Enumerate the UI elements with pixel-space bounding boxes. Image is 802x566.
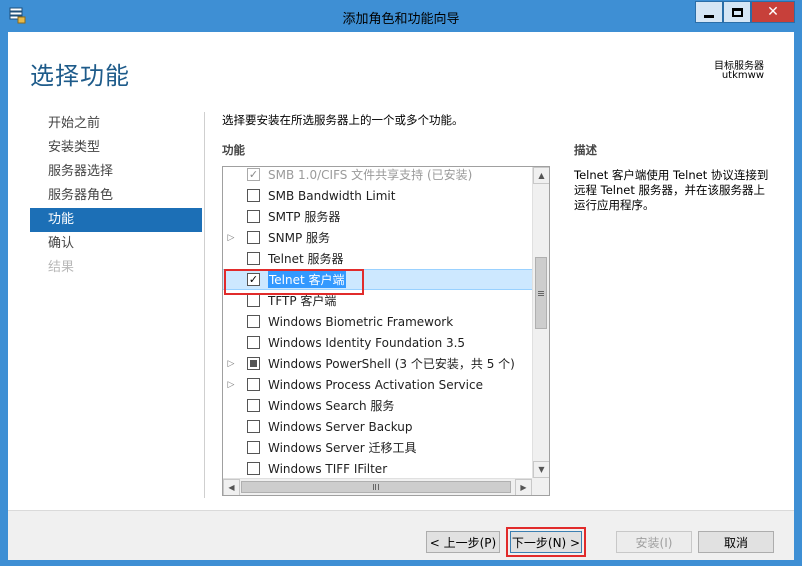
feature-row[interactable]: Windows Biometric Framework bbox=[223, 311, 532, 332]
feature-row[interactable]: Telnet 客户端 bbox=[223, 269, 532, 290]
feature-row[interactable]: ▷ Windows Process Activation Service bbox=[223, 374, 532, 395]
close-button[interactable]: ✕ bbox=[751, 1, 795, 23]
vertical-scroll-thumb[interactable] bbox=[535, 257, 547, 329]
feature-label: Windows PowerShell (3 个已安装，共 5 个) bbox=[268, 357, 515, 371]
feature-checkbox[interactable] bbox=[247, 168, 260, 181]
nav-item-before-you-begin[interactable]: 开始之前 bbox=[30, 112, 202, 136]
feature-row[interactable]: SMTP 服务器 bbox=[223, 206, 532, 227]
feature-row[interactable]: TFTP 客户端 bbox=[223, 290, 532, 311]
scrollbar-corner bbox=[532, 478, 549, 495]
features-list: SMB 1.0/CIFS 文件共享支持 (已安装) SMB Bandwidth L… bbox=[223, 167, 532, 478]
feature-label: Windows Process Activation Service bbox=[268, 377, 483, 392]
scroll-up-button[interactable]: ▲ bbox=[533, 167, 549, 184]
feature-checkbox[interactable] bbox=[247, 357, 260, 370]
nav-item-results: 结果 bbox=[48, 260, 75, 275]
feature-checkbox[interactable] bbox=[247, 441, 260, 454]
feature-label: SMB 1.0/CIFS 文件共享支持 (已安装) bbox=[268, 168, 473, 182]
destination-server-name: utkmww bbox=[721, 70, 764, 81]
minimize-button[interactable] bbox=[695, 1, 723, 23]
horizontal-scrollbar[interactable]: ◀ ▶ bbox=[223, 478, 532, 495]
vertical-scrollbar[interactable]: ▲ ▼ bbox=[532, 167, 549, 478]
feature-checkbox[interactable] bbox=[247, 315, 260, 328]
feature-row[interactable]: SMB 1.0/CIFS 文件共享支持 (已安装) bbox=[223, 167, 532, 185]
description-text: Telnet 客户端使用 Telnet 协议连接到远程 Telnet 服务器，并… bbox=[574, 168, 769, 212]
grip-icon bbox=[373, 484, 379, 490]
chevron-left-icon: ◀ bbox=[228, 483, 235, 492]
page-title: 选择功能 bbox=[30, 62, 130, 90]
minimize-icon bbox=[704, 14, 714, 18]
window-frame: 添加角色和功能向导 ✕ 选择功能 目标服务器 utkmww 开始之前 安装类型 … bbox=[0, 0, 802, 566]
close-icon: ✕ bbox=[767, 4, 779, 20]
feature-checkbox[interactable] bbox=[247, 294, 260, 307]
wizard-nav: 开始之前 安装类型 服务器选择 服务器角色 功能 确认 结果 bbox=[30, 112, 202, 280]
feature-label: SNMP 服务 bbox=[268, 231, 330, 245]
description-heading: 描述 bbox=[574, 143, 597, 157]
chevron-up-icon: ▲ bbox=[538, 171, 545, 180]
instruction-text: 选择要安装在所选服务器上的一个或多个功能。 bbox=[222, 113, 464, 127]
next-button[interactable]: 下一步(N) > bbox=[510, 531, 582, 553]
nav-item-server-selection[interactable]: 服务器选择 bbox=[30, 160, 202, 184]
feature-checkbox[interactable] bbox=[247, 378, 260, 391]
cancel-button[interactable]: 取消 bbox=[698, 531, 774, 553]
window-title: 添加角色和功能向导 bbox=[342, 12, 460, 27]
feature-row[interactable]: Windows Search 服务 bbox=[223, 395, 532, 416]
feature-label: Windows Server Backup bbox=[268, 419, 413, 434]
feature-checkbox[interactable] bbox=[247, 399, 260, 412]
feature-row[interactable]: ▷ Windows PowerShell (3 个已安装，共 5 个) bbox=[223, 353, 532, 374]
nav-item-installation-type[interactable]: 安装类型 bbox=[30, 136, 202, 160]
feature-checkbox[interactable] bbox=[247, 273, 260, 286]
feature-row[interactable]: Telnet 服务器 bbox=[223, 248, 532, 269]
nav-divider bbox=[204, 112, 205, 498]
install-button: 安装(I) bbox=[616, 531, 692, 553]
feature-label: Windows Biometric Framework bbox=[268, 314, 454, 329]
expand-arrow-icon[interactable]: ▷ bbox=[223, 359, 239, 369]
nav-item-confirmation[interactable]: 确认 bbox=[30, 232, 202, 256]
feature-checkbox[interactable] bbox=[247, 252, 260, 265]
features-heading: 功能 bbox=[222, 143, 245, 157]
feature-checkbox[interactable] bbox=[247, 336, 260, 349]
feature-label: Telnet 服务器 bbox=[268, 252, 344, 266]
chevron-down-icon: ▼ bbox=[538, 465, 545, 474]
feature-label: Telnet 客户端 bbox=[268, 271, 346, 288]
horizontal-scroll-thumb[interactable] bbox=[241, 481, 511, 493]
expand-arrow-icon[interactable]: ▷ bbox=[223, 233, 239, 243]
feature-label: TFTP 客户端 bbox=[268, 294, 337, 308]
scroll-left-button[interactable]: ◀ bbox=[223, 479, 240, 495]
maximize-button[interactable] bbox=[723, 1, 751, 23]
scroll-right-button[interactable]: ▶ bbox=[515, 479, 532, 495]
feature-row[interactable]: ▷ SNMP 服务 bbox=[223, 227, 532, 248]
features-tree[interactable]: SMB 1.0/CIFS 文件共享支持 (已安装) SMB Bandwidth L… bbox=[222, 166, 550, 496]
feature-label: SMB Bandwidth Limit bbox=[268, 188, 396, 203]
feature-label: Windows Server 迁移工具 bbox=[268, 441, 417, 455]
wizard-footer: < 上一步(P) 下一步(N) > 安装(I) 取消 bbox=[8, 510, 794, 560]
scroll-down-button[interactable]: ▼ bbox=[533, 461, 549, 478]
feature-checkbox[interactable] bbox=[247, 189, 260, 202]
feature-checkbox[interactable] bbox=[247, 462, 260, 475]
wizard-client-area: 选择功能 目标服务器 utkmww 开始之前 安装类型 服务器选择 服务器角色 … bbox=[8, 32, 794, 560]
feature-checkbox[interactable] bbox=[247, 420, 260, 433]
grip-icon bbox=[538, 290, 544, 296]
previous-button[interactable]: < 上一步(P) bbox=[426, 531, 500, 553]
title-bar[interactable]: 添加角色和功能向导 ✕ bbox=[0, 0, 802, 32]
feature-label: Windows TIFF IFilter bbox=[268, 461, 388, 476]
feature-row[interactable]: Windows TIFF IFilter bbox=[223, 458, 532, 478]
feature-label: Windows Identity Foundation 3.5 bbox=[268, 335, 466, 350]
maximize-icon bbox=[731, 7, 743, 17]
feature-row[interactable]: Windows Server Backup bbox=[223, 416, 532, 437]
expand-arrow-icon[interactable]: ▷ bbox=[223, 380, 239, 390]
feature-label: Windows Search 服务 bbox=[268, 399, 395, 413]
feature-checkbox[interactable] bbox=[247, 210, 260, 223]
nav-item-features[interactable]: 功能 bbox=[30, 208, 202, 232]
feature-row[interactable]: Windows Identity Foundation 3.5 bbox=[223, 332, 532, 353]
feature-label: SMTP 服务器 bbox=[268, 210, 341, 224]
feature-row[interactable]: Windows Server 迁移工具 bbox=[223, 437, 532, 458]
feature-row[interactable]: SMB Bandwidth Limit bbox=[223, 185, 532, 206]
chevron-right-icon: ▶ bbox=[520, 483, 527, 492]
nav-item-server-roles[interactable]: 服务器角色 bbox=[30, 184, 202, 208]
feature-checkbox[interactable] bbox=[247, 231, 260, 244]
